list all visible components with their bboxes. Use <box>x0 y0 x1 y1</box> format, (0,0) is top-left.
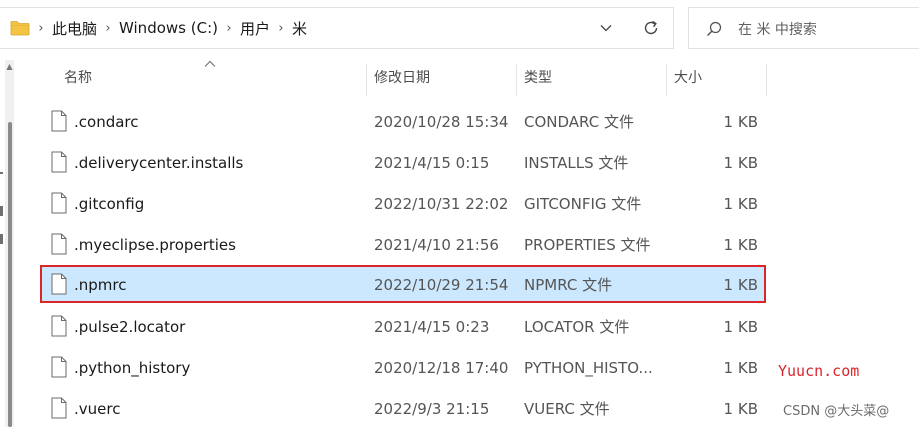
file-type: CONDARC 文件 <box>524 113 634 131</box>
file-explorer-window: › 此电脑 › Windows (C:) › 用户 › 米 在 米 中搜索 ▲ … <box>0 0 919 427</box>
column-divider[interactable] <box>766 64 767 96</box>
file-icon <box>51 110 67 132</box>
file-icon <box>51 356 67 378</box>
file-name: .vuerc <box>74 400 121 418</box>
file-size: 1 KB <box>723 318 758 336</box>
watermark-site: Yuucn.com <box>778 362 860 380</box>
chevron-right-icon[interactable]: › <box>97 21 119 36</box>
file-icon <box>51 233 67 255</box>
file-type: INSTALLS 文件 <box>524 154 629 172</box>
file-modified-date: 2022/10/29 21:54 <box>374 276 509 294</box>
file-size: 1 KB <box>723 154 758 172</box>
file-modified-date: 2020/10/28 15:34 <box>374 113 509 131</box>
file-icon <box>51 397 67 419</box>
file-row-python-history[interactable]: .python_history 2020/12/18 17:40 PYTHON_… <box>40 348 766 386</box>
watermark-author: CSDN @大头菜@ <box>783 404 890 419</box>
file-size: 1 KB <box>723 359 758 377</box>
nav-item-mark <box>0 234 3 244</box>
file-name: .gitconfig <box>74 195 145 213</box>
file-size: 1 KB <box>723 113 758 131</box>
file-row-pulse2-locator[interactable]: .pulse2.locator 2021/4/15 0:23 LOCATOR 文… <box>40 307 766 345</box>
nav-item-mark <box>0 172 3 174</box>
file-size: 1 KB <box>723 276 758 294</box>
scroll-up-icon[interactable]: ▲ <box>5 62 14 72</box>
chevron-right-icon[interactable]: › <box>270 21 292 36</box>
address-bar[interactable]: › 此电脑 › Windows (C:) › 用户 › 米 <box>0 7 674 49</box>
breadcrumb-this-pc[interactable]: 此电脑 <box>52 18 97 39</box>
breadcrumb-windows-c[interactable]: Windows (C:) <box>119 19 218 37</box>
file-type: LOCATOR 文件 <box>524 318 630 336</box>
file-type: NPMRC 文件 <box>524 276 613 294</box>
file-modified-date: 2022/10/31 22:02 <box>374 195 509 213</box>
chevron-right-icon[interactable]: › <box>218 21 240 36</box>
file-name: .npmrc <box>74 276 127 294</box>
file-modified-date: 2021/4/15 0:15 <box>374 154 490 172</box>
search-placeholder: 在 米 中搜索 <box>738 22 817 38</box>
file-name: .condarc <box>74 113 139 131</box>
column-header-type[interactable]: 类型 <box>516 60 666 96</box>
file-modified-date: 2021/4/15 0:23 <box>374 318 490 336</box>
search-icon <box>705 20 723 38</box>
file-modified-date: 2022/9/3 21:15 <box>374 400 490 418</box>
column-header-name[interactable]: 名称 <box>56 60 366 96</box>
column-header-size[interactable]: 大小 <box>666 60 766 96</box>
file-row-vuerc[interactable]: .vuerc 2022/9/3 21:15 VUERC 文件 1 KB <box>40 389 766 427</box>
refresh-icon[interactable] <box>639 17 663 39</box>
file-modified-date: 2021/4/10 21:56 <box>374 236 499 254</box>
file-modified-date: 2020/12/18 17:40 <box>374 359 509 377</box>
file-icon <box>51 315 67 337</box>
folder-icon <box>10 20 30 36</box>
breadcrumb: › 此电脑 › Windows (C:) › 用户 › 米 <box>30 8 307 48</box>
file-size: 1 KB <box>723 236 758 254</box>
file-type: VUERC 文件 <box>524 400 610 418</box>
file-row-gitconfig[interactable]: .gitconfig 2022/10/31 22:02 GITCONFIG 文件… <box>40 184 766 222</box>
column-header-date[interactable]: 修改日期 <box>366 60 516 96</box>
breadcrumb-current-folder[interactable]: 米 <box>292 18 307 39</box>
file-size: 1 KB <box>723 195 758 213</box>
file-name: .python_history <box>74 359 191 377</box>
file-row-npmrc-selected[interactable]: .npmrc 2022/10/29 21:54 NPMRC 文件 1 KB <box>40 265 766 303</box>
chevron-down-icon[interactable] <box>595 18 617 38</box>
file-row-condarc[interactable]: .condarc 2020/10/28 15:34 CONDARC 文件 1 K… <box>40 102 766 140</box>
search-input[interactable]: 在 米 中搜索 <box>688 7 919 49</box>
file-type: GITCONFIG 文件 <box>524 195 642 213</box>
breadcrumb-users[interactable]: 用户 <box>240 18 270 39</box>
chevron-right-icon[interactable]: › <box>30 21 52 36</box>
file-row-myeclipse-properties[interactable]: .myeclipse.properties 2021/4/10 21:56 PR… <box>40 225 766 263</box>
file-size: 1 KB <box>723 400 758 418</box>
file-name: .pulse2.locator <box>74 318 186 336</box>
nav-item-mark <box>0 206 3 216</box>
file-type: PROPERTIES 文件 <box>524 236 651 254</box>
file-name: .deliverycenter.installs <box>74 154 244 172</box>
column-headers: 名称 修改日期 类型 大小 <box>40 60 768 96</box>
file-icon <box>51 192 67 214</box>
file-name: .myeclipse.properties <box>74 236 236 254</box>
file-type: PYTHON_HISTO... <box>524 359 653 377</box>
file-icon <box>51 273 67 295</box>
file-icon <box>51 151 67 173</box>
file-row-deliverycenter-installs[interactable]: .deliverycenter.installs 2021/4/15 0:15 … <box>40 143 766 181</box>
navigation-scrollbar-thumb[interactable] <box>8 122 12 427</box>
